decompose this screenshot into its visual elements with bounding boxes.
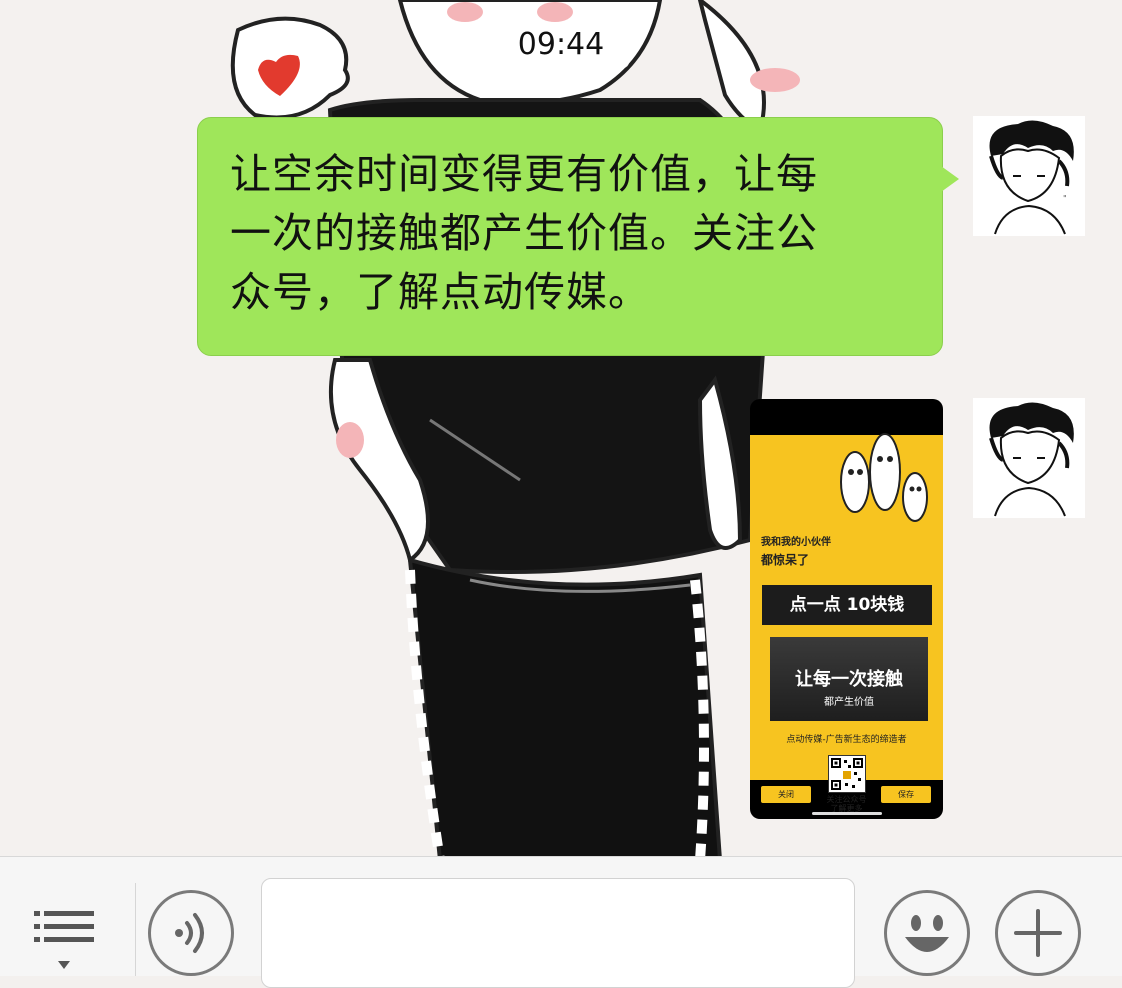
poster-subheadline: 都产生价值 <box>824 697 874 708</box>
image-message-poster[interactable]: 我和我的小伙伴 都惊呆了 点一点 10块钱 让每一次接触 都产生价值 点动传媒-… <box>750 399 943 819</box>
input-bar-divider <box>135 883 136 976</box>
qr-code-icon <box>828 755 866 793</box>
poster-save-button[interactable]: 保存 <box>881 786 931 803</box>
message-input[interactable] <box>261 878 855 988</box>
poster-background: 我和我的小伙伴 都惊呆了 点一点 10块钱 让每一次接触 都产生价值 点动传媒-… <box>750 433 943 813</box>
more-options-button[interactable] <box>995 890 1081 976</box>
sender-avatar[interactable]: " <box>973 116 1085 236</box>
poster-kicker: 我和我的小伙伴 <box>761 537 831 548</box>
poster-kicker-2: 都惊呆了 <box>761 553 810 567</box>
home-indicator <box>812 812 882 815</box>
poster-band-text: 点一点 10块钱 <box>762 585 932 625</box>
poster-headline: 让每一次接触 <box>795 669 903 690</box>
voice-input-button[interactable] <box>148 890 234 976</box>
emoji-button[interactable] <box>884 890 970 976</box>
poster-slogan: 点动传媒-广告新生态的缔造者 <box>786 735 907 745</box>
message-text-line: 一次的接触都产生价值。关注公 <box>230 209 818 257</box>
plus-icon <box>1014 909 1062 957</box>
message-timestamp: 09:44 <box>493 22 629 68</box>
poster-close-button[interactable]: 关闭 <box>761 786 811 803</box>
chat-input-bar <box>0 856 1122 988</box>
cartoon-boy-avatar-icon <box>973 398 1085 518</box>
text-message-bubble[interactable]: 让空余时间变得更有价值，让每 一次的接触都产生价值。关注公 众号，了解点动传媒。 <box>197 117 959 356</box>
message-text-line: 众号，了解点动传媒。 <box>230 268 650 316</box>
poster-dark-panel: 让每一次接触 都产生价值 <box>770 637 928 721</box>
voice-icon <box>175 913 204 953</box>
message-text-line: 让空余时间变得更有价值，让每 <box>230 150 818 198</box>
sender-avatar[interactable] <box>973 398 1085 518</box>
cartoon-boy-avatar-icon: " <box>973 116 1085 236</box>
list-menu-icon[interactable] <box>32 909 96 975</box>
cartoon-characters-icon <box>840 433 928 522</box>
smiley-icon <box>905 915 949 952</box>
svg-text:": " <box>1063 194 1067 203</box>
